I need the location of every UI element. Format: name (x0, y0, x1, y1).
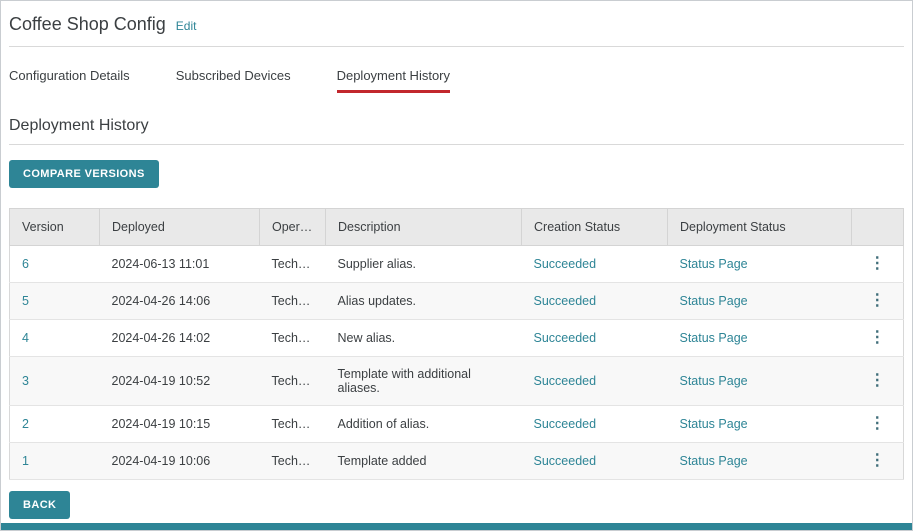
creation-status-badge: Succeeded (522, 246, 668, 283)
operator-cell: Tech… (260, 443, 326, 480)
row-actions-kebab-icon[interactable]: ⋮ (869, 453, 885, 469)
status-page-link[interactable]: Status Page (680, 331, 748, 345)
status-page-link[interactable]: Status Page (680, 257, 748, 271)
table-row: 2 2024-04-19 10:15 Tech… Addition of ali… (10, 406, 904, 443)
status-page-link[interactable]: Status Page (680, 454, 748, 468)
operator-cell: Tech… (260, 283, 326, 320)
creation-status-badge: Succeeded (522, 320, 668, 357)
version-link[interactable]: 2 (22, 417, 29, 431)
tab-deployment-history[interactable]: Deployment History (337, 68, 450, 93)
row-actions-kebab-icon[interactable]: ⋮ (869, 416, 885, 432)
edit-link[interactable]: Edit (176, 19, 197, 33)
section-title: Deployment History (9, 117, 904, 135)
deployed-cell: 2024-04-26 14:06 (100, 283, 260, 320)
description-cell: Template with additional aliases. (326, 357, 522, 406)
creation-status-badge: Succeeded (522, 283, 668, 320)
page-header: Coffee Shop Config Edit (9, 1, 904, 35)
row-actions-kebab-icon[interactable]: ⋮ (869, 293, 885, 309)
description-cell: Addition of alias. (326, 406, 522, 443)
operator-cell: Tech… (260, 406, 326, 443)
operator-cell: Tech… (260, 320, 326, 357)
col-header-description: Description (326, 209, 522, 246)
version-link[interactable]: 4 (22, 331, 29, 345)
version-link[interactable]: 1 (22, 454, 29, 468)
operator-cell: Tech… (260, 357, 326, 406)
col-header-operator: Oper… (260, 209, 326, 246)
version-link[interactable]: 6 (22, 257, 29, 271)
version-link[interactable]: 5 (22, 294, 29, 308)
table-row: 3 2024-04-19 10:52 Tech… Template with a… (10, 357, 904, 406)
row-actions-kebab-icon[interactable]: ⋮ (869, 330, 885, 346)
section-divider (9, 144, 904, 145)
status-page-link[interactable]: Status Page (680, 294, 748, 308)
tab-subscribed-devices[interactable]: Subscribed Devices (176, 68, 291, 93)
creation-status-badge: Succeeded (522, 406, 668, 443)
tab-bar: Configuration Details Subscribed Devices… (9, 68, 904, 93)
creation-status-badge: Succeeded (522, 357, 668, 406)
col-header-deployed: Deployed (100, 209, 260, 246)
col-header-creation-status: Creation Status (522, 209, 668, 246)
col-header-deployment-status: Deployment Status (668, 209, 852, 246)
creation-status-badge: Succeeded (522, 443, 668, 480)
row-actions-kebab-icon[interactable]: ⋮ (869, 373, 885, 389)
deployed-cell: 2024-04-19 10:52 (100, 357, 260, 406)
table-header: Version Deployed Oper… Description Creat… (10, 209, 904, 246)
back-button[interactable]: BACK (9, 491, 70, 519)
col-header-version: Version (10, 209, 100, 246)
description-cell: Alias updates. (326, 283, 522, 320)
page-title: Coffee Shop Config (9, 14, 166, 35)
description-cell: Template added (326, 443, 522, 480)
table-row: 4 2024-04-26 14:02 Tech… New alias. Succ… (10, 320, 904, 357)
status-page-link[interactable]: Status Page (680, 417, 748, 431)
row-actions-kebab-icon[interactable]: ⋮ (869, 256, 885, 272)
status-page-link[interactable]: Status Page (680, 374, 748, 388)
deployed-cell: 2024-04-26 14:02 (100, 320, 260, 357)
deployment-history-table: Version Deployed Oper… Description Creat… (9, 208, 904, 480)
table-row: 5 2024-04-26 14:06 Tech… Alias updates. … (10, 283, 904, 320)
description-cell: Supplier alias. (326, 246, 522, 283)
header-divider (9, 46, 904, 47)
config-detail-page: Coffee Shop Config Edit Configuration De… (0, 0, 913, 531)
operator-cell: Tech… (260, 246, 326, 283)
bottom-accent-bar (1, 523, 912, 530)
version-link[interactable]: 3 (22, 374, 29, 388)
table-row: 6 2024-06-13 11:01 Tech… Supplier alias.… (10, 246, 904, 283)
table-row: 1 2024-04-19 10:06 Tech… Template added … (10, 443, 904, 480)
deployed-cell: 2024-04-19 10:15 (100, 406, 260, 443)
table-body: 6 2024-06-13 11:01 Tech… Supplier alias.… (10, 246, 904, 480)
deployed-cell: 2024-04-19 10:06 (100, 443, 260, 480)
tab-configuration-details[interactable]: Configuration Details (9, 68, 130, 93)
col-header-actions (852, 209, 904, 246)
description-cell: New alias. (326, 320, 522, 357)
compare-versions-button[interactable]: COMPARE VERSIONS (9, 160, 159, 188)
deployed-cell: 2024-06-13 11:01 (100, 246, 260, 283)
